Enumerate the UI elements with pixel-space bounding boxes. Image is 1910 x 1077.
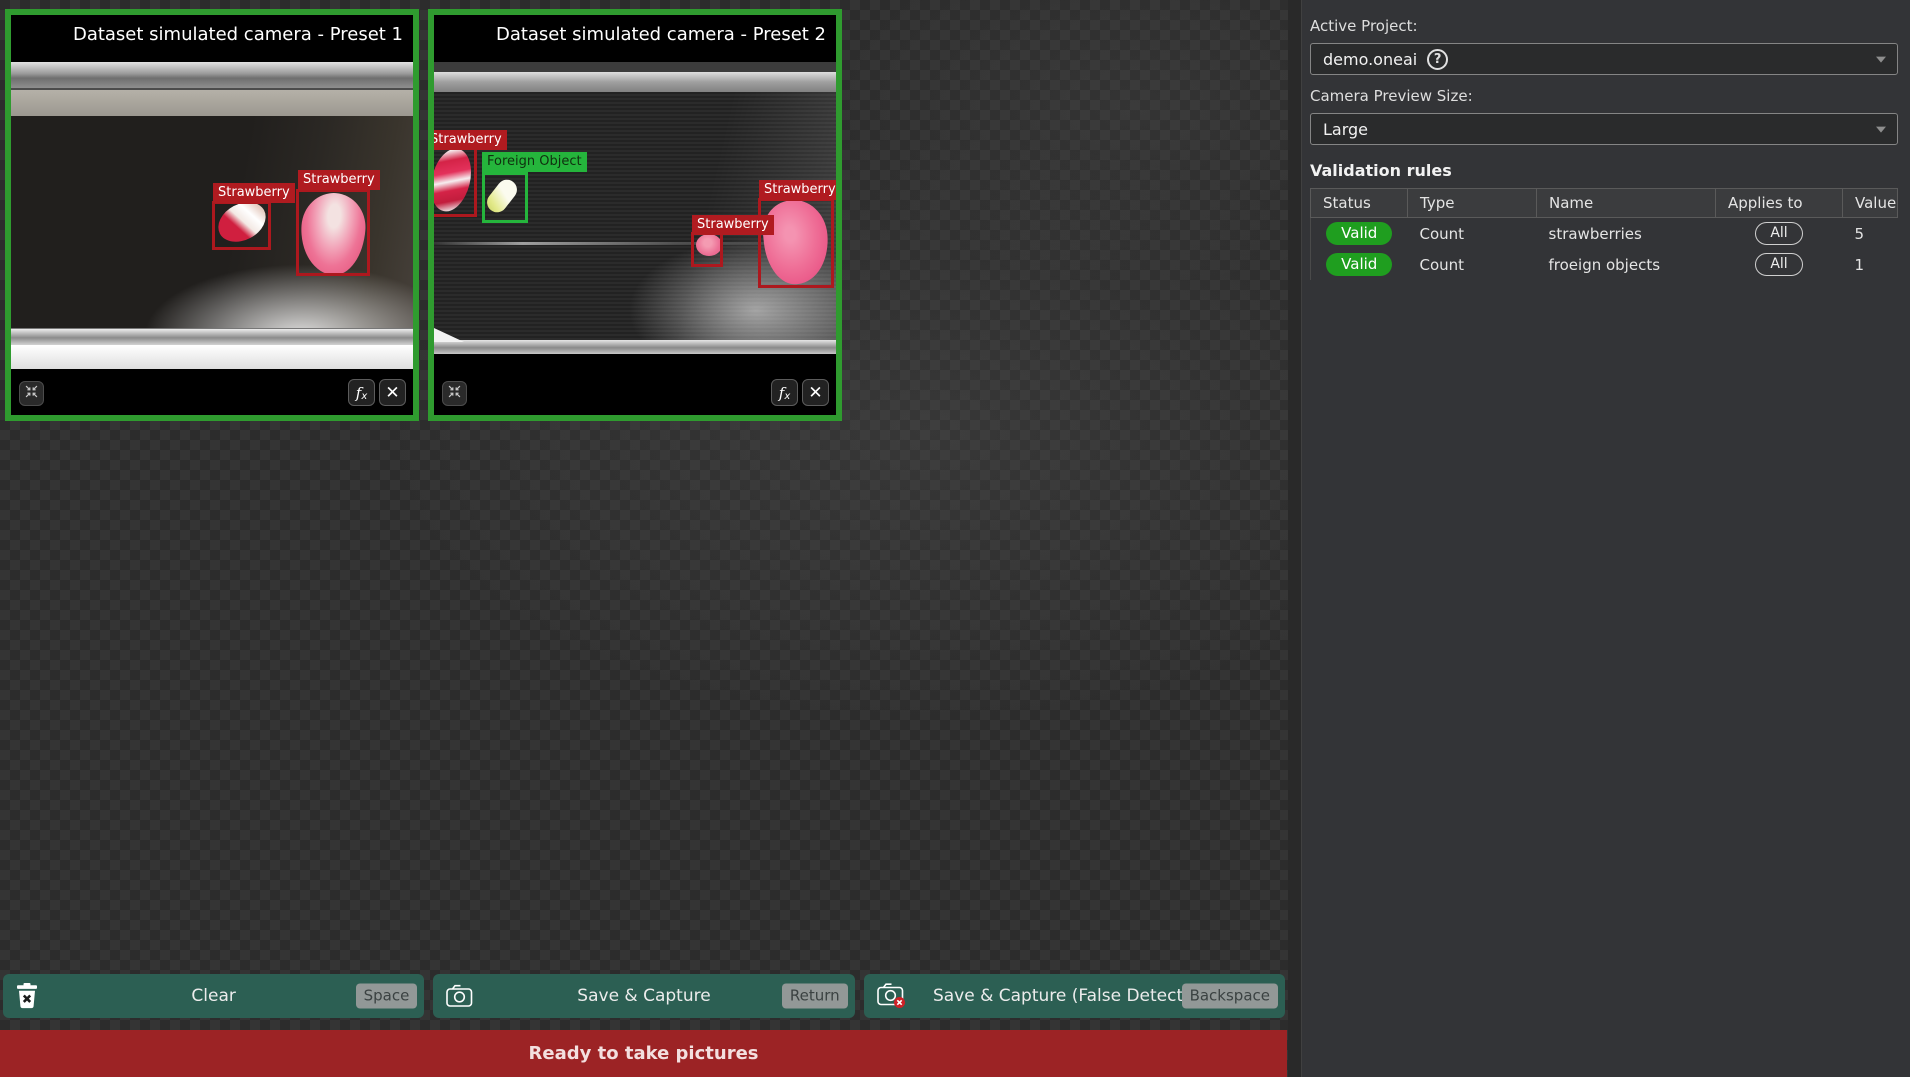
camera-2-title: Dataset simulated camera - Preset 2 — [496, 24, 826, 45]
fx-icon-sub: x — [784, 391, 790, 402]
camera-2-video: Strawberry Foreign Object Strawberry Str… — [434, 62, 836, 354]
applies-to-badge[interactable]: All — [1755, 222, 1802, 245]
validation-rules-table: Status Type Name Applies to Value Valid … — [1310, 188, 1898, 280]
status-bar: Ready to take pictures — [0, 1030, 1287, 1077]
conveyor-top-rail — [11, 62, 413, 90]
return-key-badge: Return — [782, 984, 848, 1009]
save-capture-button-label: Save & Capture — [577, 986, 710, 1006]
applies-to-badge[interactable]: All — [1755, 253, 1802, 276]
detection-box — [758, 198, 834, 288]
collapse-arrows-icon — [447, 384, 462, 403]
clear-button-label: Clear — [191, 986, 235, 1006]
conveyor-top-rail — [434, 72, 836, 92]
rule-name: strawberries — [1537, 218, 1716, 250]
conveyor-ledge — [11, 90, 413, 116]
detection-label: Strawberry — [759, 180, 836, 200]
save-capture-false-detection-button[interactable]: Save & Capture (False Detection) Backspa… — [864, 974, 1285, 1018]
camera-1-video: Strawberry Strawberry — [11, 62, 413, 370]
conveyor-bottom-strip — [11, 345, 413, 370]
move-resize-button[interactable] — [442, 381, 467, 406]
camera-preview-size-dropdown[interactable]: Large — [1310, 113, 1898, 145]
rule-value: 5 — [1843, 218, 1898, 250]
table-row: Valid Count froeign objects All 1 — [1311, 249, 1898, 280]
save-capture-button[interactable]: Save & Capture Return — [433, 974, 854, 1018]
column-header-status: Status — [1311, 189, 1408, 218]
status-bar-text: Ready to take pictures — [529, 1043, 759, 1064]
panel-divider — [1288, 0, 1302, 1077]
validation-rules-title: Validation rules — [1310, 161, 1898, 180]
detection-box — [482, 172, 528, 223]
detection-label: Strawberry — [434, 130, 507, 150]
active-project-dropdown[interactable]: demo.oneai ? — [1310, 43, 1898, 75]
action-bar: Clear Space Save & Capture Return — [0, 974, 1288, 1018]
active-project-label: Active Project: — [1310, 17, 1898, 35]
settings-panel: Active Project: demo.oneai ? Camera Prev… — [1302, 0, 1910, 1077]
camera-preview-size-label: Camera Preview Size: — [1310, 87, 1898, 105]
camera-preview-1[interactable]: Dataset simulated camera - Preset 1 Stra… — [5, 9, 419, 421]
detection-box — [434, 147, 477, 217]
close-icon: ✕ — [808, 383, 822, 403]
camera-1-controls: fx ✕ — [11, 369, 413, 415]
camera-preview-size-value: Large — [1323, 120, 1368, 139]
help-icon[interactable]: ? — [1427, 49, 1448, 70]
backspace-key-badge: Backspace — [1182, 984, 1278, 1009]
detection-box — [691, 232, 723, 267]
move-resize-button[interactable] — [19, 381, 44, 406]
rule-type: Count — [1408, 249, 1537, 280]
trash-icon — [16, 983, 38, 1010]
close-camera-button[interactable]: ✕ — [802, 379, 829, 406]
camera-2-controls: fx ✕ — [434, 369, 836, 415]
camera-false-detection-icon — [877, 983, 906, 1009]
collapse-arrows-icon — [24, 384, 39, 403]
fx-overlay-button[interactable]: fx — [771, 379, 798, 406]
clear-button[interactable]: Clear Space — [3, 974, 424, 1018]
workspace-background: Dataset simulated camera - Preset 1 Stra… — [0, 0, 1288, 1077]
chevron-down-icon — [1876, 57, 1886, 63]
table-row: Valid Count strawberries All 5 — [1311, 218, 1898, 250]
detection-box — [212, 201, 271, 250]
save-capture-false-detection-button-label: Save & Capture (False Detection) — [933, 986, 1216, 1006]
close-icon: ✕ — [385, 383, 399, 403]
space-key-badge: Space — [356, 984, 418, 1009]
column-header-value: Value — [1843, 189, 1898, 218]
rule-type: Count — [1408, 218, 1537, 250]
column-header-type: Type — [1408, 189, 1537, 218]
camera-icon — [446, 985, 473, 1008]
camera-preview-2[interactable]: Dataset simulated camera - Preset 2 Stra… — [428, 9, 842, 421]
camera-1-title: Dataset simulated camera - Preset 1 — [73, 24, 403, 45]
close-camera-button[interactable]: ✕ — [379, 379, 406, 406]
status-badge: Valid — [1326, 222, 1392, 245]
light-wedge — [434, 328, 464, 342]
conveyor-shadow — [434, 62, 836, 72]
status-badge: Valid — [1326, 253, 1392, 276]
table-header-row: Status Type Name Applies to Value — [1311, 189, 1898, 218]
chevron-down-icon — [1876, 127, 1886, 133]
conveyor-bottom-rail — [11, 328, 413, 345]
active-project-value: demo.oneai — [1323, 50, 1417, 69]
detection-label: Foreign Object — [482, 152, 587, 172]
detection-label: Strawberry — [298, 170, 380, 190]
column-header-applies-to: Applies to — [1716, 189, 1843, 218]
fx-overlay-button[interactable]: fx — [348, 379, 375, 406]
fx-icon-sub: x — [361, 391, 367, 402]
conveyor-bottom-rail — [434, 340, 836, 354]
rule-name: froeign objects — [1537, 249, 1716, 280]
detection-label: Strawberry — [213, 183, 295, 203]
detection-label: Strawberry — [692, 215, 774, 235]
detection-box — [296, 189, 370, 276]
rule-value: 1 — [1843, 249, 1898, 280]
column-header-name: Name — [1537, 189, 1716, 218]
